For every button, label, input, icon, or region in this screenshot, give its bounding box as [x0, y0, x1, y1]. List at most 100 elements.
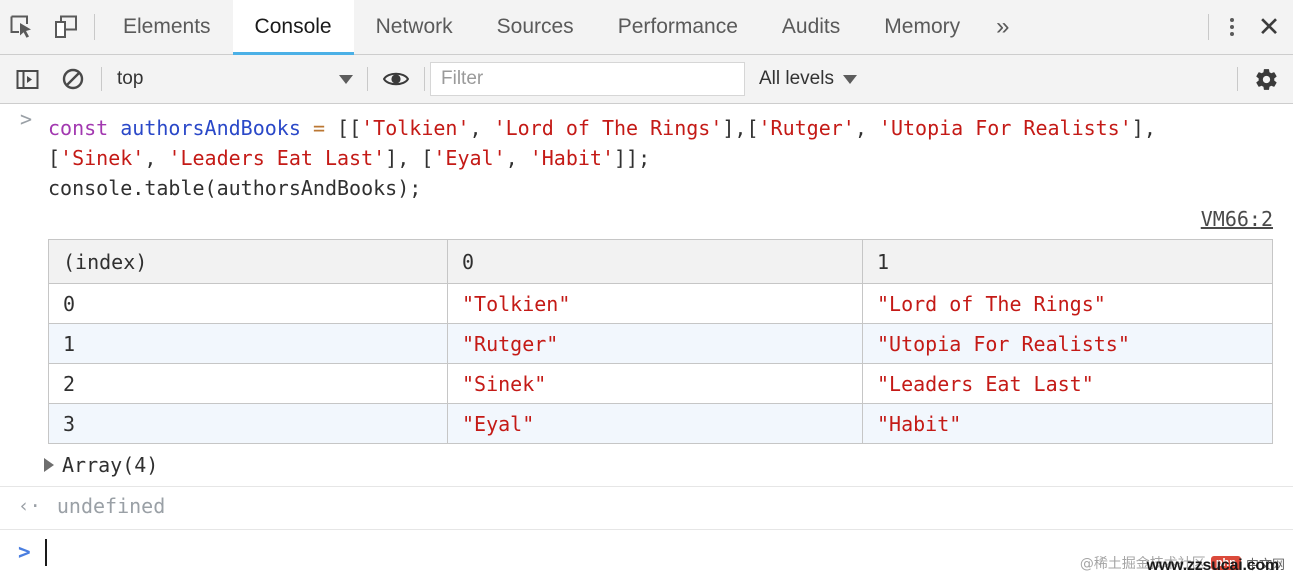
kebab-dot: [1230, 25, 1234, 29]
table-row[interactable]: 2 "Sinek" "Leaders Eat Last": [48, 363, 1273, 404]
tab-sources-label: Sources: [496, 15, 574, 38]
tab-console-label: Console: [254, 15, 332, 38]
clear-console-icon[interactable]: [50, 55, 96, 104]
code-token: ],[: [722, 116, 759, 140]
code-token: ]];: [614, 146, 651, 170]
toolbar-divider: [367, 67, 368, 91]
tab-memory[interactable]: Memory: [862, 0, 982, 55]
panel-tabs: Elements Console Network Sources Perform…: [101, 0, 1202, 55]
code-token: [[: [324, 116, 362, 140]
log-level-label: All levels: [759, 68, 834, 89]
watermark-url: www.zzsucai.com: [1146, 557, 1280, 574]
code-token: 'Leaders Eat Last': [168, 146, 386, 170]
code-token: 'Tolkien': [361, 116, 470, 140]
code-token: ,: [505, 146, 530, 170]
cell-index: 0: [48, 283, 448, 324]
code-token: 'Utopia For Realists': [878, 116, 1132, 140]
kebab-dot: [1230, 18, 1234, 22]
toolbar-divider: [101, 67, 102, 91]
tab-elements[interactable]: Elements: [101, 0, 233, 55]
cell-col0: "Tolkien": [447, 283, 863, 324]
console-input-entry: > const authorsAndBooks = [['Tolkien', '…: [0, 104, 1293, 207]
execution-context-label: top: [117, 68, 144, 89]
toolbar-divider: [94, 14, 95, 40]
table-row[interactable]: 0 "Tolkien" "Lord of The Rings": [48, 283, 1273, 324]
code-token: console.table(authorsAndBooks);: [48, 176, 422, 200]
table-header-col0[interactable]: 0: [447, 239, 863, 284]
cell-col0: "Sinek": [447, 363, 863, 404]
kebab-dot: [1230, 32, 1234, 36]
cell-col1: "Leaders Eat Last": [862, 363, 1273, 404]
cell-col1: "Lord of The Rings": [862, 283, 1273, 324]
array-summary-row[interactable]: Array(4): [0, 444, 1293, 482]
tab-audits[interactable]: Audits: [760, 0, 862, 55]
text-cursor: [44, 538, 47, 566]
code-token: ], [: [385, 146, 434, 170]
log-level-select[interactable]: All levels: [745, 62, 871, 96]
console-body: > const authorsAndBooks = [['Tolkien', '…: [0, 104, 1293, 577]
code-token: 'Sinek': [60, 146, 145, 170]
return-arrow-icon: ‹·: [18, 495, 41, 517]
source-link-row: VM66:2: [0, 207, 1293, 235]
console-table-output: (index) 0 1 0 "Tolkien" "Lord of The Rin…: [48, 239, 1273, 444]
cell-col0: "Rutger": [447, 323, 863, 364]
gear-icon[interactable]: [1243, 55, 1289, 104]
toolbar-divider: [1237, 67, 1238, 91]
toolbar-divider: [424, 67, 425, 91]
console-prompt-row[interactable]: >: [0, 530, 1293, 574]
code-token: 'Eyal': [433, 146, 506, 170]
cell-col1: "Habit": [862, 403, 1273, 444]
code-token: ,: [469, 116, 494, 140]
more-tabs-icon[interactable]: »: [982, 0, 1023, 55]
tab-console[interactable]: Console: [232, 0, 354, 55]
disclosure-triangle-icon[interactable]: [44, 458, 54, 472]
cell-index: 1: [48, 323, 448, 364]
code-token: const: [48, 116, 109, 140]
device-toolbar-icon[interactable]: [44, 0, 88, 55]
tab-network[interactable]: Network: [354, 0, 475, 55]
kebab-menu-icon[interactable]: [1215, 0, 1249, 55]
toolbar-divider-right: [1208, 14, 1209, 40]
cell-index: 3: [48, 403, 448, 444]
cell-col0: "Eyal": [447, 403, 863, 444]
prompt-chevron-icon: >: [18, 540, 31, 564]
tab-sources[interactable]: Sources: [475, 0, 596, 55]
inspect-element-icon[interactable]: [0, 0, 44, 55]
execution-context-select[interactable]: top: [107, 64, 362, 94]
code-token: authorsAndBooks: [120, 116, 301, 140]
code-token: ,: [854, 116, 879, 140]
tab-memory-label: Memory: [884, 15, 961, 38]
console-table: (index) 0 1 0 "Tolkien" "Lord of The Rin…: [48, 239, 1273, 444]
close-icon[interactable]: ✕: [1249, 0, 1289, 55]
tab-network-label: Network: [375, 15, 453, 38]
console-toolbar: top All levels: [0, 55, 1293, 104]
tab-audits-label: Audits: [781, 15, 841, 38]
table-header-index[interactable]: (index): [48, 239, 448, 284]
code-token: 'Habit': [529, 146, 614, 170]
return-value: undefined: [56, 494, 166, 518]
code-token: ,: [144, 146, 169, 170]
chevron-down-icon: [339, 74, 353, 84]
table-header-row: (index) 0 1: [48, 239, 1273, 284]
table-row[interactable]: 3 "Eyal" "Habit": [48, 403, 1273, 444]
code-token: 'Lord of The Rings': [493, 116, 723, 140]
tab-performance[interactable]: Performance: [596, 0, 760, 55]
console-input-code[interactable]: const authorsAndBooks = [['Tolkien', 'Lo…: [0, 104, 1293, 207]
tab-elements-label: Elements: [123, 15, 211, 38]
devtools-tabbar: Elements Console Network Sources Perform…: [0, 0, 1293, 55]
filter-input[interactable]: [430, 62, 745, 96]
cell-col1: "Utopia For Realists": [862, 323, 1273, 364]
cell-index: 2: [48, 363, 448, 404]
source-link[interactable]: VM66:2: [1201, 207, 1273, 231]
table-header-col1[interactable]: 1: [862, 239, 1273, 284]
chevron-down-icon: [842, 74, 857, 84]
live-expression-icon[interactable]: [373, 55, 419, 104]
table-row[interactable]: 1 "Rutger" "Utopia For Realists": [48, 323, 1273, 364]
code-token: =: [312, 116, 325, 140]
code-token: 'Rutger': [758, 116, 855, 140]
console-result-entry: ‹· undefined: [0, 487, 1293, 525]
console-sidebar-icon[interactable]: [4, 55, 50, 104]
tab-performance-label: Performance: [617, 15, 738, 38]
